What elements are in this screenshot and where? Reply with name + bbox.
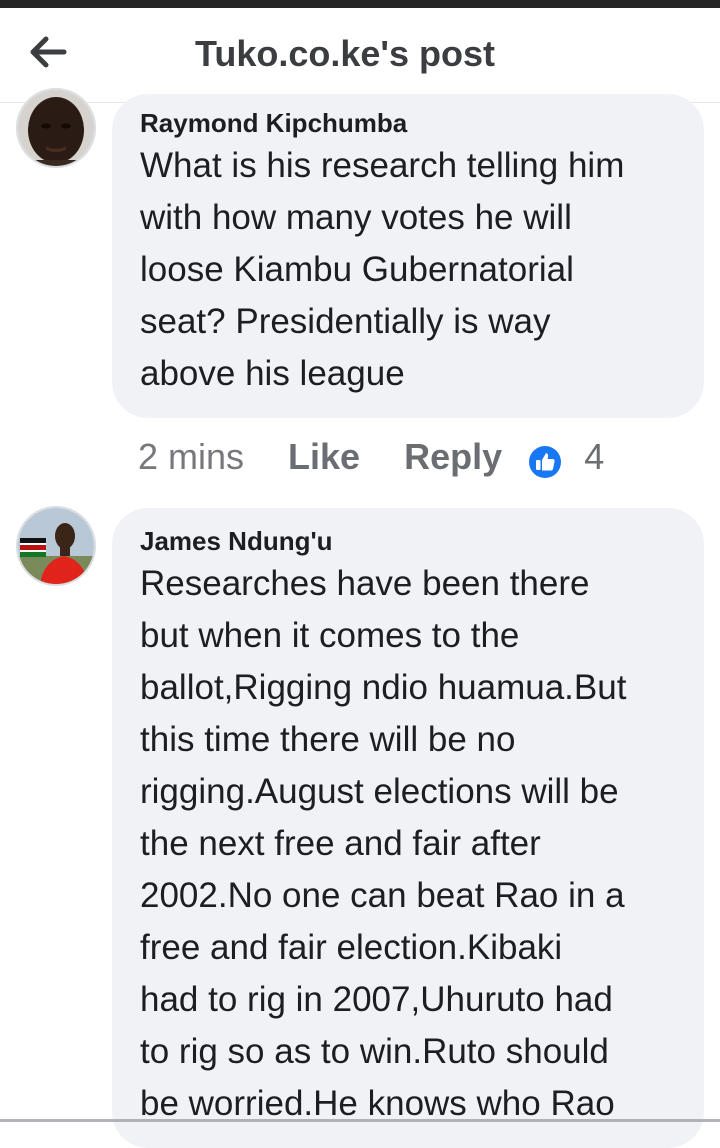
reaction-count[interactable]: 4 [584,436,604,477]
page-title: Tuko.co.ke's post [195,33,495,74]
comment-text: Researches have been there but when it c… [140,564,627,1123]
comment-text: What is his research telling him with ho… [140,146,625,393]
thumbs-up-icon [529,446,562,478]
avatar-photo [18,508,94,584]
comment-author[interactable]: Raymond Kipchumba [140,106,676,140]
status-bar-strip [0,0,720,8]
like-button[interactable]: Like [288,436,360,477]
post-header: Tuko.co.ke's post [0,8,720,103]
comment-actions: 2 mins Like Reply 4 [138,435,604,479]
comment-bubble[interactable]: James Ndung'u Researches have been there… [112,508,704,1148]
comment-author[interactable]: James Ndung'u [140,524,676,558]
comment-bubble[interactable]: Raymond Kipchumba What is his research t… [112,94,704,418]
avatar-photo [18,90,94,166]
reply-button[interactable]: Reply [404,436,502,477]
comment-time[interactable]: 2 mins [138,436,244,477]
avatar[interactable] [16,506,96,586]
avatar[interactable] [16,88,96,168]
